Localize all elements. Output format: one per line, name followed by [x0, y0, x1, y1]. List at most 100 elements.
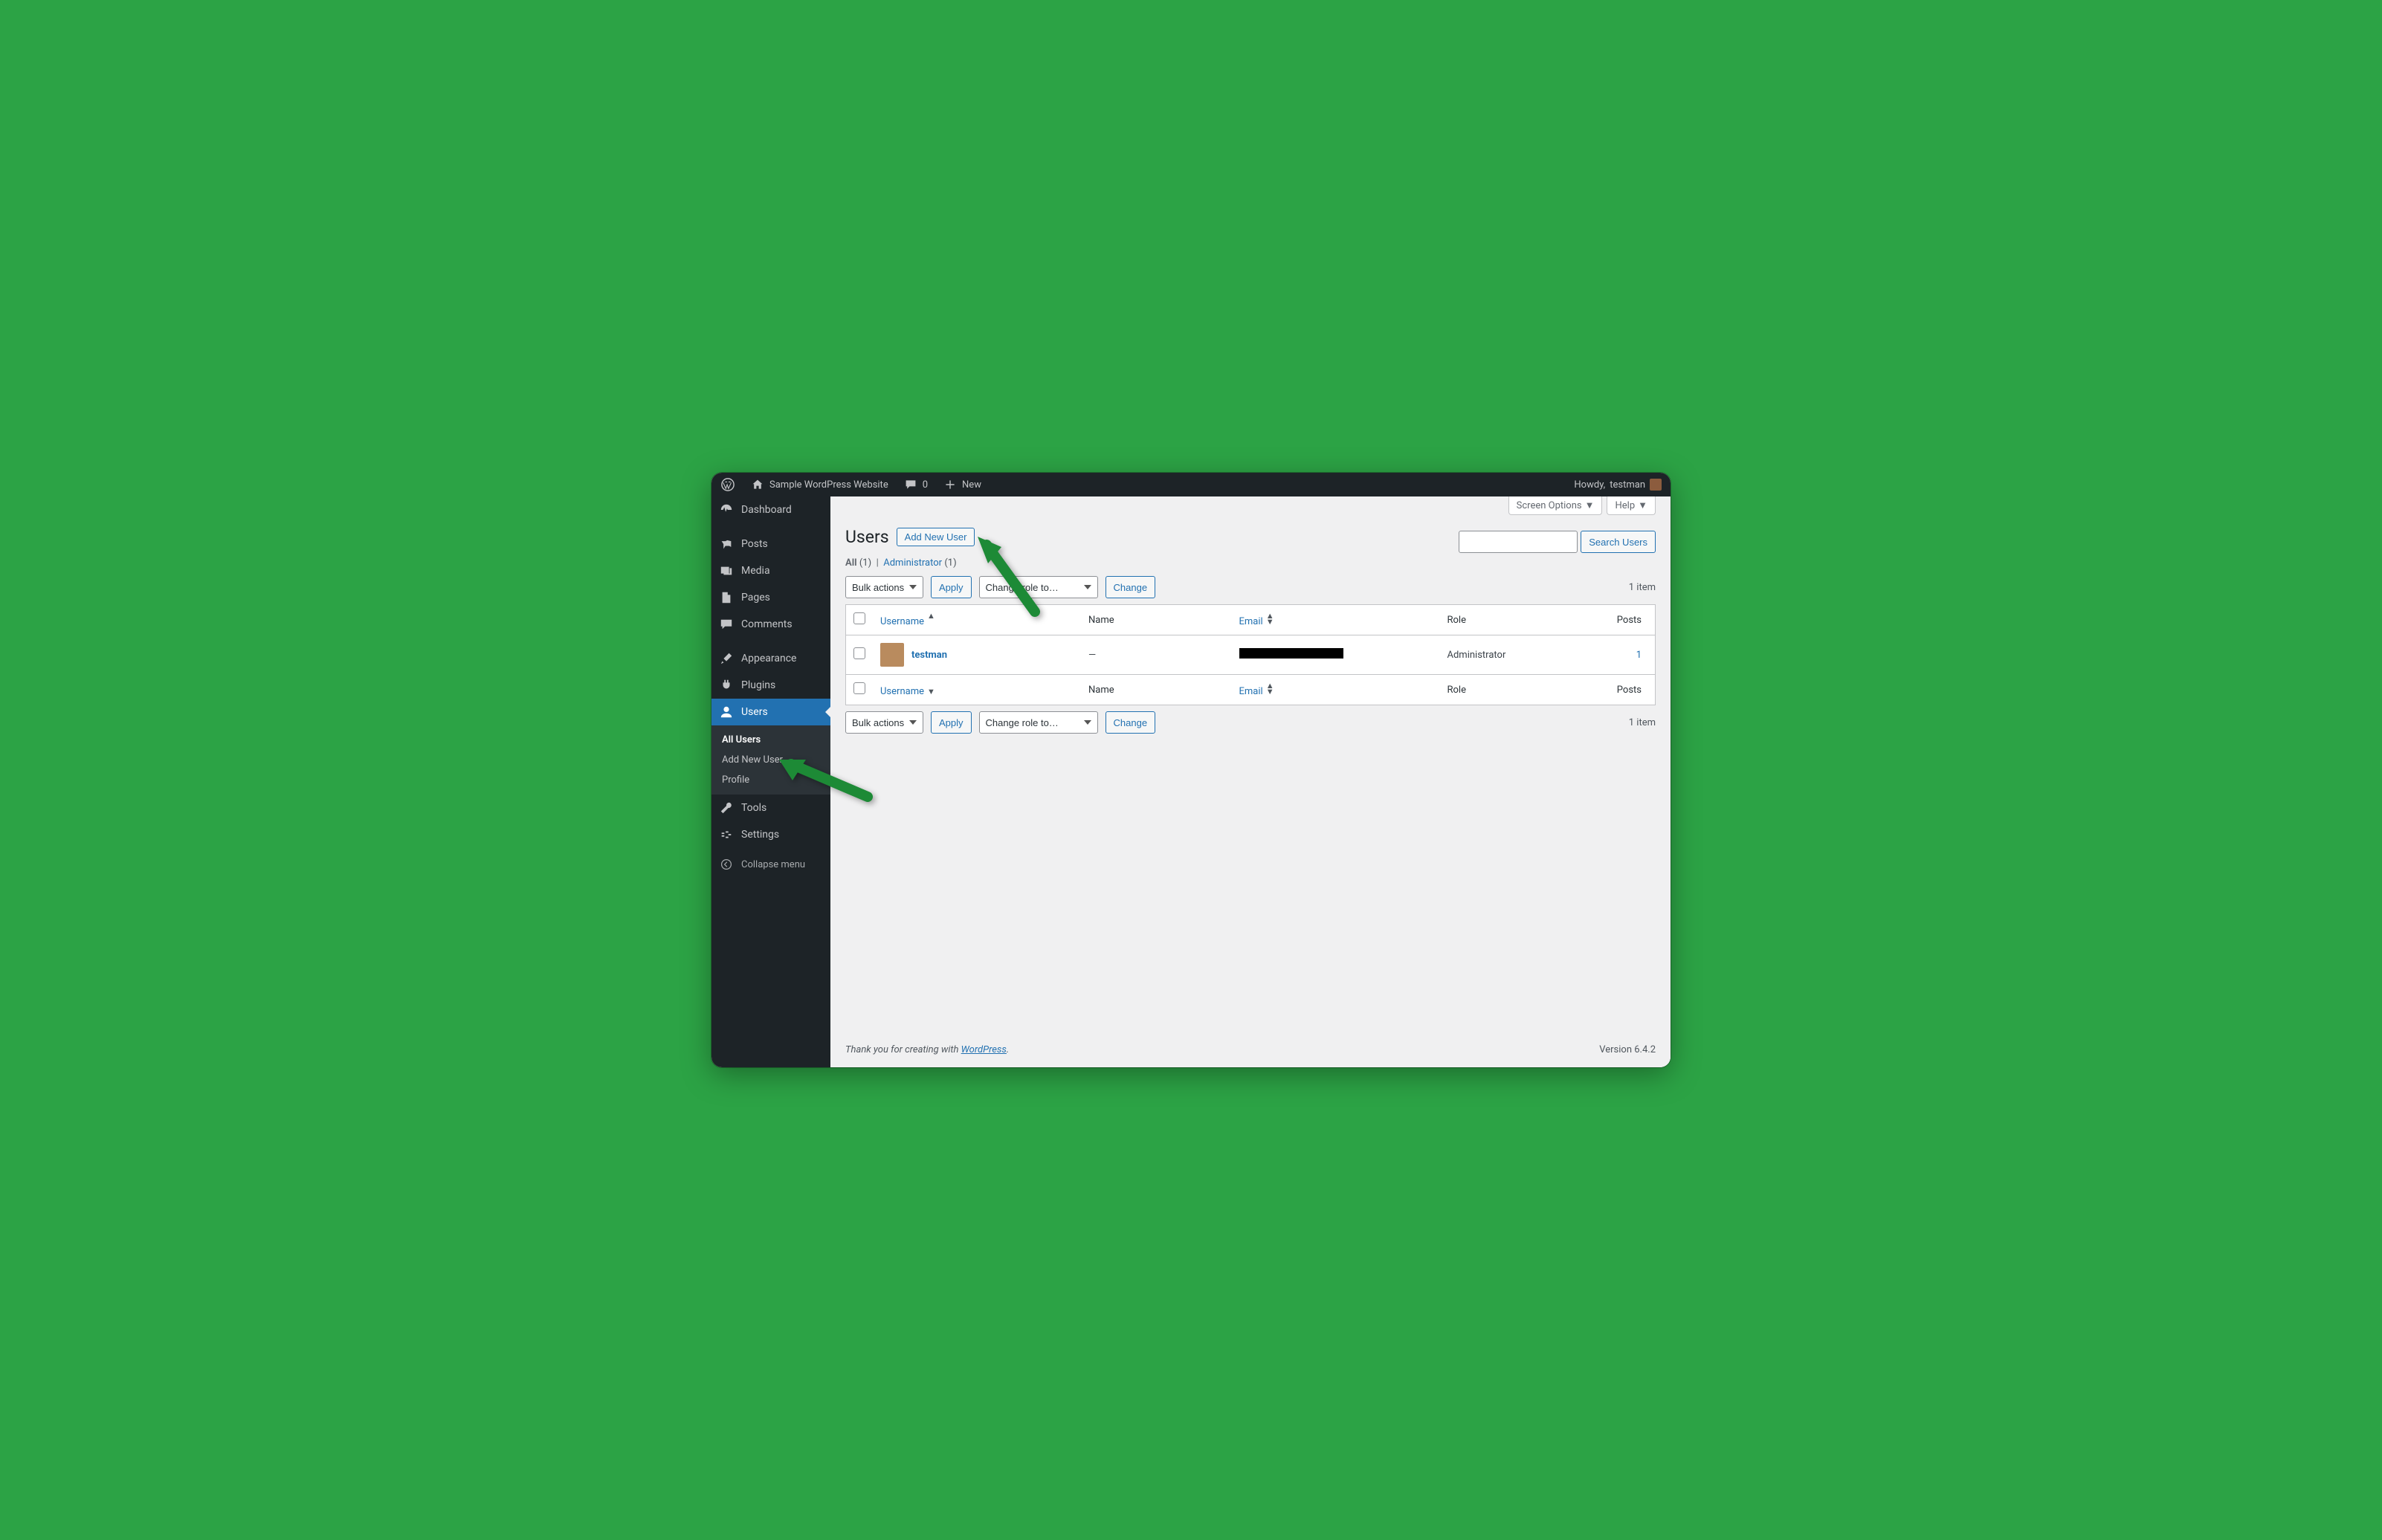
chevron-down-icon: ▼ — [1585, 499, 1595, 511]
change-button-bottom[interactable]: Change — [1106, 711, 1156, 734]
add-new-user-button[interactable]: Add New User — [897, 528, 975, 546]
admin-sidebar: Dashboard Posts Media Pages Comments — [711, 496, 830, 1067]
collapse-menu-button[interactable]: Collapse menu — [711, 851, 830, 878]
apply-button-bottom[interactable]: Apply — [931, 711, 972, 734]
sidebar-item-tools[interactable]: Tools — [711, 795, 830, 821]
comments-link[interactable]: 0 — [900, 473, 931, 496]
col-role-header: Role — [1440, 605, 1589, 635]
select-all-bottom[interactable] — [853, 682, 865, 694]
sidebar-item-media[interactable]: Media — [711, 557, 830, 584]
col-email-sort[interactable]: Email▲▼ — [1239, 616, 1274, 627]
account-menu[interactable]: Howdy, testman — [1571, 473, 1665, 496]
col-posts-footer: Posts — [1589, 675, 1656, 705]
sidebar-item-label: Appearance — [741, 653, 796, 664]
settings-icon — [719, 827, 734, 842]
admin-toolbar: Sample WordPress Website 0 New Howdy, te… — [711, 473, 1671, 496]
sidebar-item-dashboard[interactable]: Dashboard — [711, 496, 830, 523]
select-all-top[interactable] — [853, 612, 865, 624]
avatar — [880, 643, 904, 667]
col-role-footer: Role — [1440, 675, 1589, 705]
col-username-sort[interactable]: Username▲ — [880, 616, 935, 627]
search-users-button[interactable]: Search Users — [1581, 531, 1656, 553]
collapse-label: Collapse menu — [741, 859, 805, 870]
sidebar-item-comments[interactable]: Comments — [711, 611, 830, 638]
cell-email — [1232, 635, 1440, 675]
row-checkbox[interactable] — [853, 647, 865, 659]
col-username-sort-bottom[interactable]: Username ▼ — [880, 686, 935, 697]
submenu-profile[interactable]: Profile — [711, 770, 830, 790]
plus-icon — [943, 477, 958, 492]
admin-footer: Thank you for creating with WordPress. V… — [830, 1032, 1671, 1067]
sidebar-item-label: Dashboard — [741, 504, 792, 516]
chevron-down-icon: ▼ — [1638, 499, 1647, 511]
help-tab[interactable]: Help ▼ — [1607, 496, 1656, 515]
new-content-menu[interactable]: New — [940, 473, 984, 496]
item-count-top: 1 item — [1629, 582, 1656, 593]
sidebar-item-posts[interactable]: Posts — [711, 531, 830, 557]
search-input[interactable] — [1459, 531, 1578, 553]
redacted-email — [1239, 648, 1343, 659]
bulk-actions-select-top[interactable]: Bulk actions — [845, 576, 923, 598]
sidebar-item-appearance[interactable]: Appearance — [711, 645, 830, 672]
user-icon — [719, 705, 734, 719]
item-count-bottom: 1 item — [1629, 717, 1656, 728]
search-box: Search Users — [1459, 531, 1656, 553]
change-role-select-top[interactable]: Change role to… — [979, 576, 1098, 598]
bulk-actions-select-bottom[interactable]: Bulk actions — [845, 711, 923, 734]
apply-button-top[interactable]: Apply — [931, 576, 972, 598]
table-row: testman — Administrator 1 — [846, 635, 1656, 675]
col-name-footer: Name — [1081, 675, 1232, 705]
change-role-select-bottom[interactable]: Change role to… — [979, 711, 1098, 734]
posts-count-link[interactable]: 1 — [1636, 650, 1642, 661]
plug-icon — [719, 678, 734, 693]
change-button-top[interactable]: Change — [1106, 576, 1156, 598]
col-name-header: Name — [1081, 605, 1232, 635]
screen-meta: Screen Options ▼ Help ▼ — [830, 496, 1671, 515]
sidebar-item-label: Comments — [741, 618, 793, 630]
footer-thanks-suffix: . — [1007, 1044, 1009, 1055]
filter-links: All (1) | Administrator (1) — [845, 557, 1656, 569]
sidebar-item-label: Plugins — [741, 679, 775, 691]
sort-asc-icon: ▲ — [927, 613, 935, 625]
sidebar-item-label: Posts — [741, 538, 768, 550]
cell-role: Administrator — [1440, 635, 1589, 675]
sort-icon: ▲▼ — [1266, 613, 1274, 625]
screen-options-label: Screen Options — [1517, 500, 1582, 511]
col-email-sort-bottom[interactable]: Email▲▼ — [1239, 686, 1274, 697]
sidebar-item-settings[interactable]: Settings — [711, 821, 830, 848]
screen-options-tab[interactable]: Screen Options ▼ — [1508, 496, 1603, 515]
page-icon — [719, 590, 734, 605]
dashboard-icon — [719, 502, 734, 517]
sidebar-item-label: Tools — [741, 802, 766, 814]
sidebar-item-label: Media — [741, 565, 770, 577]
content-area: Screen Options ▼ Help ▼ Search Users Use… — [830, 496, 1671, 1067]
howdy-prefix: Howdy, — [1574, 479, 1605, 491]
new-label: New — [962, 479, 981, 491]
wordpress-icon — [720, 477, 735, 492]
submenu-add-new-user[interactable]: Add New User — [711, 750, 830, 770]
filter-all-label: All — [845, 557, 857, 569]
sort-icon: ▼ — [927, 683, 935, 695]
collapse-icon — [719, 857, 734, 872]
filter-administrator-link[interactable]: Administrator — [883, 557, 942, 569]
sort-icon: ▲▼ — [1266, 683, 1274, 695]
wordpress-link[interactable]: WordPress — [961, 1044, 1007, 1055]
brush-icon — [719, 651, 734, 666]
site-name-link[interactable]: Sample WordPress Website — [747, 473, 891, 496]
version-label: Version 6.4.2 — [1599, 1044, 1656, 1055]
sidebar-item-pages[interactable]: Pages — [711, 584, 830, 611]
wp-logo-menu[interactable] — [717, 473, 738, 496]
footer-thanks-prefix: Thank you for creating with — [845, 1044, 961, 1055]
comment-icon — [719, 617, 734, 632]
comments-count: 0 — [923, 479, 928, 491]
username-link[interactable]: testman — [911, 650, 947, 661]
media-icon — [719, 563, 734, 578]
sidebar-item-plugins[interactable]: Plugins — [711, 672, 830, 699]
app-window: Sample WordPress Website 0 New Howdy, te… — [711, 473, 1671, 1067]
sidebar-item-users[interactable]: Users — [711, 699, 830, 725]
howdy-username: testman — [1610, 479, 1645, 491]
submenu-all-users[interactable]: All Users — [711, 730, 830, 750]
avatar — [1650, 479, 1662, 491]
cell-name: — — [1081, 635, 1232, 675]
home-icon — [750, 477, 765, 492]
